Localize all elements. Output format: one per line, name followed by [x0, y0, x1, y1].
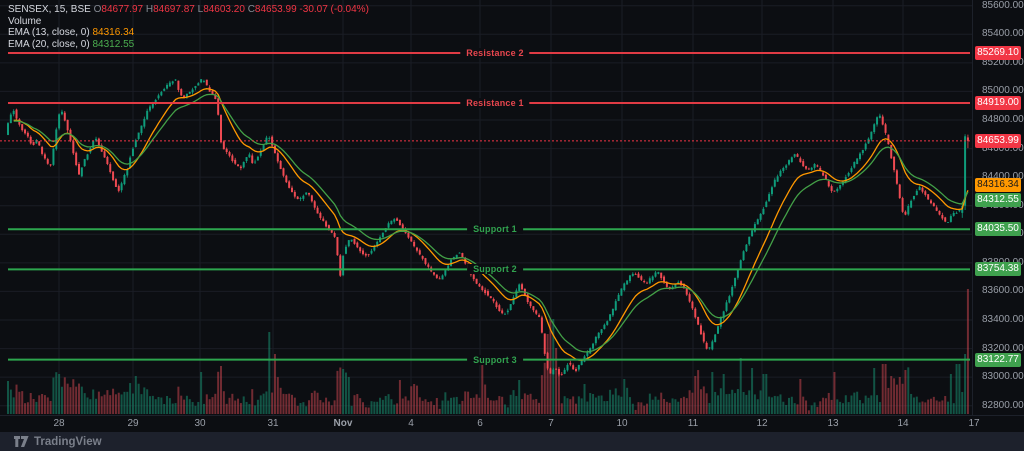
price-badge-ema13: 84316.34	[975, 178, 1021, 192]
price-badge-resistance-2: 85269.10	[975, 46, 1021, 60]
open-value: 84677.97	[101, 4, 143, 15]
price-axis-tick: 83400.00	[982, 314, 1024, 325]
time-axis-label-30: 30	[194, 418, 205, 429]
price-badge-ema20: 84312.55	[975, 193, 1021, 207]
price-axis-tick: 84800.00	[982, 114, 1024, 125]
candlestick-chart-canvas[interactable]	[0, 0, 972, 415]
legend-ema20-row[interactable]: EMA (20, close, 0) 84312.55	[8, 39, 369, 51]
level-label-support-1[interactable]: Support 1	[467, 224, 523, 234]
time-axis-label-nov: Nov	[334, 418, 353, 429]
time-axis-label-28: 28	[53, 418, 64, 429]
level-label-resistance-2[interactable]: Resistance 2	[460, 48, 529, 58]
level-label-resistance-1[interactable]: Resistance 1	[460, 98, 529, 108]
time-axis-label-6: 6	[477, 418, 483, 429]
ema20-label: EMA (20, close, 0)	[8, 39, 90, 50]
legend-ema13-row[interactable]: EMA (13, close, 0) 84316.34	[8, 27, 369, 39]
time-axis-label-31: 31	[267, 418, 278, 429]
price-badge-resistance-1: 84919.00	[975, 96, 1021, 110]
tradingview-logo-text: TradingView	[34, 436, 102, 448]
time-axis-label-11: 11	[688, 418, 698, 429]
low-value: 84603.20	[203, 4, 245, 15]
price-axis-tick: 85000.00	[982, 85, 1024, 96]
price-badge-support-1: 84035.50	[975, 222, 1021, 236]
time-axis-label-13: 13	[827, 418, 838, 429]
time-axis-label-17: 17	[968, 418, 979, 429]
volume-layer	[7, 289, 969, 414]
ema20-value: 84312.55	[92, 39, 134, 50]
gridlines-layer	[0, 0, 972, 415]
time-axis[interactable]: 28 29 30 31 Nov 4 6 7 10 11 12 13 14 17	[0, 415, 1024, 432]
time-axis-label-12: 12	[756, 418, 767, 429]
legend-symbol-row: SENSEX, 15, BSE O84677.97 H84697.87 L846…	[8, 4, 369, 16]
price-badge-support-2: 83754.38	[975, 262, 1021, 276]
tradingview-logo[interactable]: TradingView	[14, 436, 102, 448]
price-axis-tick: 83000.00	[982, 371, 1024, 382]
close-label: C	[248, 4, 255, 15]
time-axis-label-10: 10	[616, 418, 627, 429]
legend-volume-row[interactable]: Volume	[8, 16, 369, 28]
price-axis-tick: 83200.00	[982, 343, 1024, 354]
time-axis-label-14: 14	[897, 418, 908, 429]
price-axis-tick: 85600.00	[982, 0, 1024, 11]
tradingview-chart-window: SENSEX, 15, BSE O84677.97 H84697.87 L846…	[0, 0, 1024, 451]
price-badge-last-price: 84653.99	[975, 134, 1021, 148]
level-label-support-3[interactable]: Support 3	[467, 355, 523, 365]
time-axis-label-4: 4	[408, 418, 414, 429]
chart-svg[interactable]	[0, 0, 972, 415]
time-axis-label-7: 7	[548, 418, 554, 429]
ema13-label: EMA (13, close, 0)	[8, 27, 90, 38]
high-value: 84697.87	[153, 4, 195, 15]
volume-indicator-label: Volume	[8, 16, 41, 27]
price-axis-tick: 85400.00	[982, 28, 1024, 39]
ema13-value: 84316.34	[92, 27, 134, 38]
close-value: 84653.99	[255, 4, 297, 15]
time-axis-label-29: 29	[127, 418, 138, 429]
bottom-toolbar: TradingView	[0, 432, 1024, 451]
change-value: -30.07 (-0.04%)	[299, 4, 368, 15]
price-badge-support-3: 83122.77	[975, 353, 1021, 367]
price-axis[interactable]: 82800.00 83000.00 83200.00 83400.00 83600.00…	[972, 0, 1024, 415]
symbol-title: SENSEX, 15, BSE	[8, 4, 91, 15]
price-axis-tick: 83600.00	[982, 285, 1024, 296]
level-label-support-2[interactable]: Support 2	[467, 264, 523, 274]
price-axis-tick: 82800.00	[982, 400, 1024, 411]
chart-legend[interactable]: SENSEX, 15, BSE O84677.97 H84697.87 L846…	[8, 4, 369, 50]
ema20-line	[14, 94, 968, 352]
tradingview-logo-icon	[14, 436, 29, 447]
